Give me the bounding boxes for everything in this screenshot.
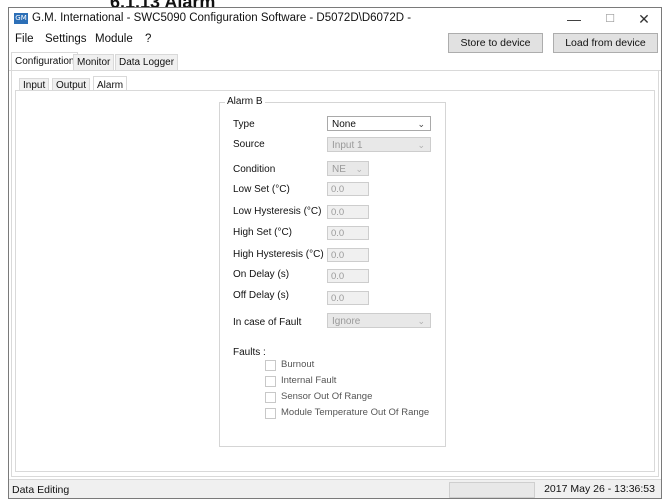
type-label: Type	[233, 119, 255, 130]
on-delay-field[interactable]: 0.0	[327, 269, 369, 283]
source-value: Input 1	[332, 140, 363, 151]
menu-module[interactable]: Module	[95, 33, 133, 45]
high-hysteresis-field[interactable]: 0.0	[327, 248, 369, 262]
high-set-label: High Set (°C)	[233, 227, 293, 238]
low-hysteresis-label: Low Hysteresis (°C)	[233, 206, 322, 217]
alarm-b-title: Alarm B	[225, 96, 265, 107]
fault-case-label: In case of Fault	[233, 317, 302, 328]
status-datetime: 2017 May 26 - 13:36:53	[544, 483, 655, 495]
window-title: G.M. International - SWC5090 Configurati…	[32, 12, 412, 24]
status-bar: Data Editing 2017 May 26 - 13:36:53	[9, 479, 661, 498]
module-temperature-out-of-range-label: Module Temperature Out Of Range	[281, 407, 430, 418]
off-delay-label: Off Delay (s)	[233, 290, 289, 301]
source-label: Source	[233, 139, 265, 150]
source-select[interactable]: Input 1 ⌄	[327, 137, 431, 152]
low-hysteresis-field[interactable]: 0.0	[327, 205, 369, 219]
off-delay-field[interactable]: 0.0	[327, 291, 369, 305]
low-set-field[interactable]: 0.0	[327, 182, 369, 196]
internal-fault-checkbox[interactable]	[265, 376, 276, 387]
burnout-label: Burnout	[281, 359, 315, 370]
maximize-button[interactable]: ☐	[595, 10, 625, 28]
type-value: None	[332, 119, 356, 130]
condition-select[interactable]: NE ⌄	[327, 161, 369, 176]
app-window: GM G.M. International - SWC5090 Configur…	[8, 7, 662, 499]
high-hysteresis-label: High Hysteresis (°C)	[233, 249, 324, 260]
chevron-down-icon: ⌄	[417, 316, 425, 326]
chevron-down-icon: ⌄	[355, 164, 363, 174]
chevron-down-icon: ⌄	[417, 140, 425, 150]
close-button[interactable]: ✕	[629, 10, 659, 28]
tab-data-logger[interactable]: Data Logger	[115, 54, 179, 70]
app-logo-icon: GM	[14, 13, 28, 24]
title-bar: GM G.M. International - SWC5090 Configur…	[9, 8, 661, 30]
on-delay-label: On Delay (s)	[233, 269, 290, 280]
load-from-device-button[interactable]: Load from device	[553, 33, 658, 53]
chevron-down-icon: ⌄	[417, 119, 425, 129]
type-select[interactable]: None ⌄	[327, 116, 431, 131]
sensor-out-of-range-checkbox[interactable]	[265, 392, 276, 403]
low-set-label: Low Set (°C)	[233, 184, 290, 195]
menu-help[interactable]: ?	[145, 33, 151, 45]
internal-fault-label: Internal Fault	[281, 375, 337, 386]
tab-configuration[interactable]: Configuration	[11, 52, 79, 71]
sensor-out-of-range-label: Sensor Out Of Range	[281, 391, 373, 402]
fault-case-value: Ignore	[332, 316, 361, 327]
condition-label: Condition	[233, 164, 276, 175]
burnout-checkbox[interactable]	[265, 360, 276, 371]
high-set-field[interactable]: 0.0	[327, 226, 369, 240]
status-text: Data Editing	[12, 484, 70, 496]
module-temperature-out-of-range-checkbox[interactable]	[265, 408, 276, 419]
minimize-button[interactable]: —	[559, 10, 589, 28]
store-to-device-button[interactable]: Store to device	[448, 33, 543, 53]
menu-file[interactable]: File	[15, 33, 34, 45]
menu-settings[interactable]: Settings	[45, 33, 87, 45]
tab-monitor[interactable]: Monitor	[73, 54, 115, 70]
condition-value: NE	[332, 164, 346, 175]
fault-case-select[interactable]: Ignore ⌄	[327, 313, 431, 328]
main-tabs: Configuration Monitor Data Logger	[9, 52, 661, 71]
faults-label: Faults :	[233, 347, 266, 358]
status-progress-segment	[449, 482, 535, 498]
